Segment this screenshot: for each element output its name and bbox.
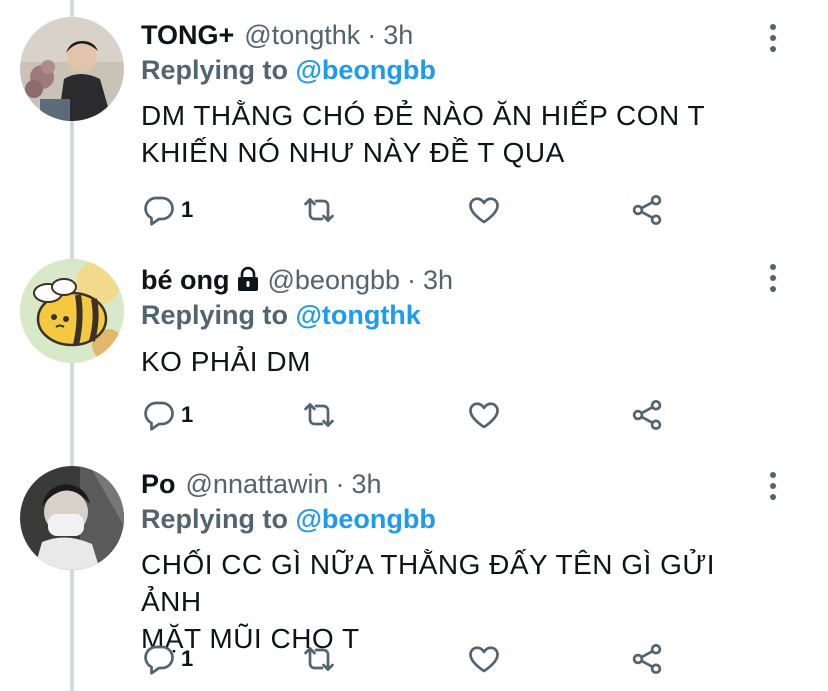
user-handle[interactable]: @nnattawin <box>186 467 329 501</box>
avatar-image <box>20 466 124 570</box>
tweet-content: Po @nnattawin · 3h Replying to @beongbb … <box>141 467 768 657</box>
replying-to-link[interactable]: @beongbb <box>296 55 436 85</box>
share-button[interactable] <box>629 639 665 679</box>
display-name[interactable]: TONG+ <box>141 18 234 52</box>
more-icon[interactable] <box>758 18 788 58</box>
tweet-header: TONG+ @tongthk · 3h <box>141 18 768 52</box>
tweet-header: Po @nnattawin · 3h <box>141 467 768 501</box>
reply-count: 1 <box>181 197 194 222</box>
tweet-text: DM THẰNG CHÓ ĐẺ NÀO ĂN HIẾP CON T KHIẾN … <box>141 97 768 171</box>
tweet[interactable]: Po @nnattawin · 3h Replying to @beongbb … <box>0 453 828 691</box>
user-handle[interactable]: @beongbb <box>268 263 401 297</box>
like-button[interactable] <box>466 639 502 679</box>
retweet-icon <box>304 647 334 671</box>
lock-icon <box>237 266 258 291</box>
reply-button[interactable]: 1 <box>141 639 193 679</box>
replying-prefix: Replying to <box>141 504 288 534</box>
tweet-content: TONG+ @tongthk · 3h Replying to @beongbb… <box>141 18 768 171</box>
display-name[interactable]: Po <box>141 467 176 501</box>
timestamp[interactable]: 3h <box>423 263 453 297</box>
reply-icon <box>144 196 174 226</box>
more-icon[interactable] <box>758 466 788 506</box>
share-button[interactable] <box>629 190 665 230</box>
share-button[interactable] <box>629 395 665 435</box>
retweet-icon <box>304 403 334 427</box>
tweet-text-line: DM THẰNG CHÓ ĐẺ NÀO ĂN HIẾP CON T <box>141 100 706 131</box>
reply-count: 1 <box>181 646 194 671</box>
separator-dot: · <box>335 469 345 499</box>
timestamp[interactable]: 3h <box>352 467 382 501</box>
tweet-text-line: KO PHẢI DM <box>141 346 311 377</box>
tweet-text-line: KHIẾN NÓ NHƯ NÀY ĐỀ T QUA <box>141 137 565 168</box>
heart-icon <box>469 402 499 429</box>
tweet-actions: 1 <box>141 639 681 679</box>
retweet-button[interactable] <box>301 395 337 435</box>
avatar-image <box>20 17 124 121</box>
tweet-content: bé ong @beongbb · 3h Replying to @tongth… <box>141 263 768 380</box>
replying-prefix: Replying to <box>141 300 288 330</box>
avatar[interactable] <box>20 259 124 363</box>
heart-icon <box>469 646 499 673</box>
reply-count: 1 <box>181 402 194 427</box>
tweet-actions: 1 <box>141 190 681 230</box>
replying-to-link[interactable]: @beongbb <box>296 504 436 534</box>
like-button[interactable] <box>466 395 502 435</box>
share-icon <box>632 644 662 674</box>
share-icon <box>632 195 662 225</box>
retweet-button[interactable] <box>301 190 337 230</box>
tweet-actions: 1 <box>141 395 681 435</box>
share-icon <box>632 400 662 430</box>
reply-icon <box>144 401 174 431</box>
more-icon[interactable] <box>758 258 788 298</box>
tweet-text: KO PHẢI DM <box>141 343 768 380</box>
avatar[interactable] <box>20 17 124 121</box>
tweet[interactable]: TONG+ @tongthk · 3h Replying to @beongbb… <box>0 0 828 240</box>
replying-prefix: Replying to <box>141 55 288 85</box>
replying-to: Replying to @beongbb <box>141 53 768 87</box>
avatar-image <box>20 259 124 363</box>
display-name[interactable]: bé ong <box>141 263 230 297</box>
reply-button[interactable]: 1 <box>141 190 193 230</box>
user-handle[interactable]: @tongthk <box>244 18 360 52</box>
retweet-icon <box>304 198 334 222</box>
replying-to-link[interactable]: @tongthk <box>296 300 421 330</box>
avatar[interactable] <box>20 466 124 570</box>
tweet[interactable]: bé ong @beongbb · 3h Replying to @tongth… <box>0 240 828 453</box>
timestamp[interactable]: 3h <box>383 18 413 52</box>
separator-dot: · <box>407 265 417 295</box>
separator-dot: · <box>367 20 377 50</box>
tweet-text-line: CHỐI CC GÌ NỮA THẰNG ĐẤY TÊN GÌ GỬI ẢNH <box>141 549 716 617</box>
reply-icon <box>144 645 174 675</box>
heart-icon <box>469 197 499 224</box>
retweet-button[interactable] <box>301 639 337 679</box>
replying-to: Replying to @tongthk <box>141 298 768 332</box>
like-button[interactable] <box>466 190 502 230</box>
replying-to: Replying to @beongbb <box>141 502 768 536</box>
tweet-header: bé ong @beongbb · 3h <box>141 263 768 297</box>
reply-button[interactable]: 1 <box>141 395 193 435</box>
